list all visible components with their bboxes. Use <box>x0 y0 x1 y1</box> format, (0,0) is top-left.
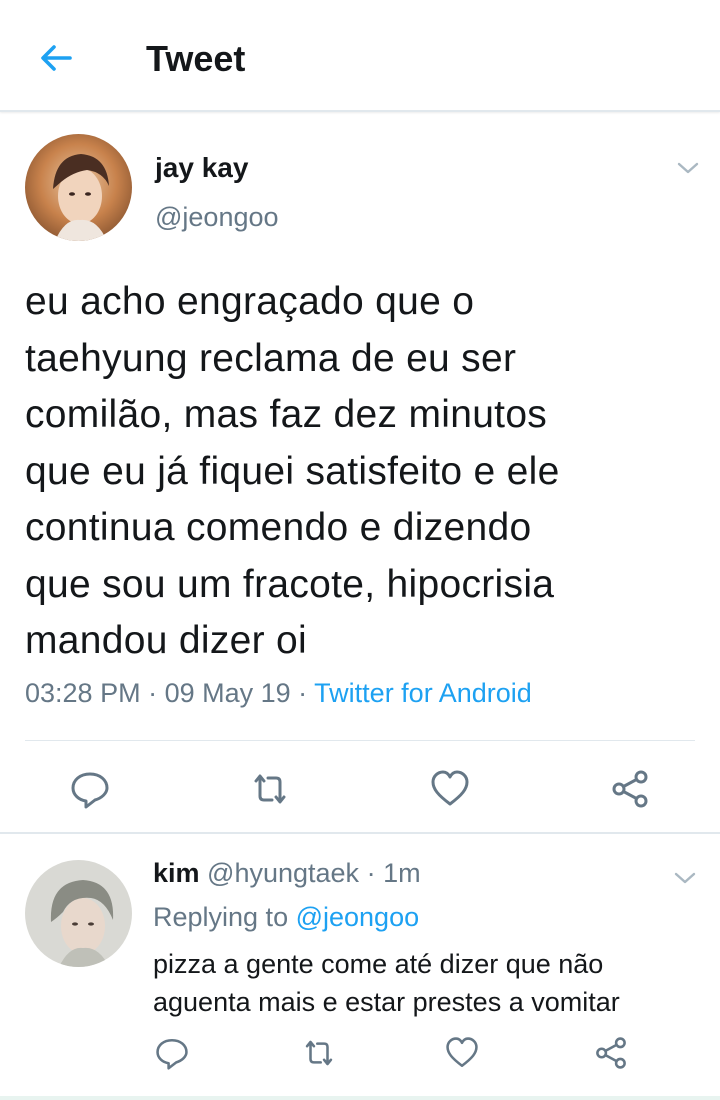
meta-separator: · <box>359 858 384 888</box>
reply-icon <box>71 772 109 809</box>
tweet-text-line: que eu já fiquei satisfeito e ele <box>25 449 560 493</box>
reply-header: kim @hyungtaek · 1m <box>153 858 421 889</box>
tweet-text-line: comilão, mas faz dez minutos <box>25 393 548 436</box>
tweet-menu-button[interactable] <box>675 158 701 178</box>
share-button[interactable] <box>610 769 650 809</box>
tweet-actions <box>0 759 720 819</box>
page-title: Tweet <box>146 38 246 79</box>
author-name[interactable]: jay kay <box>155 152 248 184</box>
tweet-text-line: mandou dizer oi <box>25 619 307 662</box>
tweet-text: eu acho engraçado que o taehyung reclama… <box>25 274 695 670</box>
reply-text-line: pizza a gente come até dizer que não <box>153 949 604 979</box>
retweet-icon <box>254 774 286 804</box>
chevron-down-icon <box>677 162 699 174</box>
tweet-time: 03:28 PM <box>25 678 141 708</box>
author-handle[interactable]: @jeongoo <box>155 202 279 233</box>
replying-to-label: Replying to <box>153 902 296 932</box>
top-app-bar: Tweet <box>0 0 720 112</box>
share-icon <box>612 770 648 808</box>
retweet-icon <box>305 1040 333 1066</box>
reply-age: 1m <box>383 858 421 888</box>
reply-text-line: aguenta mais e estar prestes a vomitar <box>153 986 620 1017</box>
chevron-down-icon <box>674 872 696 884</box>
arrow-left-icon <box>41 45 72 71</box>
reply-text: pizza a gente come até dizer que não agu… <box>153 946 693 1021</box>
tweet-metadata: 03:28 PM · 09 May 19 · Twitter for Andro… <box>25 678 532 709</box>
tweet-text-line: que sou um fracote, hipocrisia <box>25 562 555 606</box>
avatar[interactable] <box>25 860 132 967</box>
avatar[interactable] <box>25 134 132 241</box>
reply-author-handle[interactable]: @hyungtaek <box>207 858 359 888</box>
reply-tweet: kim @hyungtaek · 1m Replying to @jeongoo… <box>0 836 720 1100</box>
like-icon <box>446 1037 478 1068</box>
divider <box>25 740 695 741</box>
divider <box>0 1096 720 1100</box>
tweet-text-line: continua comendo e dizendo <box>25 506 532 549</box>
main-tweet: jay kay @jeongoo eu acho engraçado que o… <box>0 114 720 834</box>
share-icon <box>596 1037 626 1069</box>
tweet-date: 09 May 19 <box>164 678 291 708</box>
tweet-text-line: taehyung reclama de eu ser <box>25 336 517 380</box>
reply-author-name[interactable]: kim <box>153 858 200 888</box>
reply-actions <box>0 1024 720 1084</box>
reply-menu-button[interactable] <box>672 868 698 888</box>
share-button[interactable] <box>594 1036 628 1070</box>
like-button[interactable] <box>445 1036 479 1070</box>
tweet-source-link[interactable]: Twitter for Android <box>314 678 532 708</box>
reply-icon <box>156 1038 188 1070</box>
tweet-text-line: eu acho engraçado que o <box>25 280 475 323</box>
like-button[interactable] <box>430 769 470 809</box>
reply-button[interactable] <box>70 769 110 809</box>
like-icon <box>431 770 469 806</box>
meta-separator: · <box>140 678 165 708</box>
retweet-button[interactable] <box>250 769 290 809</box>
reply-button[interactable] <box>155 1036 189 1070</box>
replying-to: Replying to @jeongoo <box>153 902 419 933</box>
retweet-button[interactable] <box>302 1036 336 1070</box>
replying-to-mention[interactable]: @jeongoo <box>296 902 420 932</box>
meta-separator: · <box>290 678 315 708</box>
back-button[interactable] <box>36 38 76 78</box>
